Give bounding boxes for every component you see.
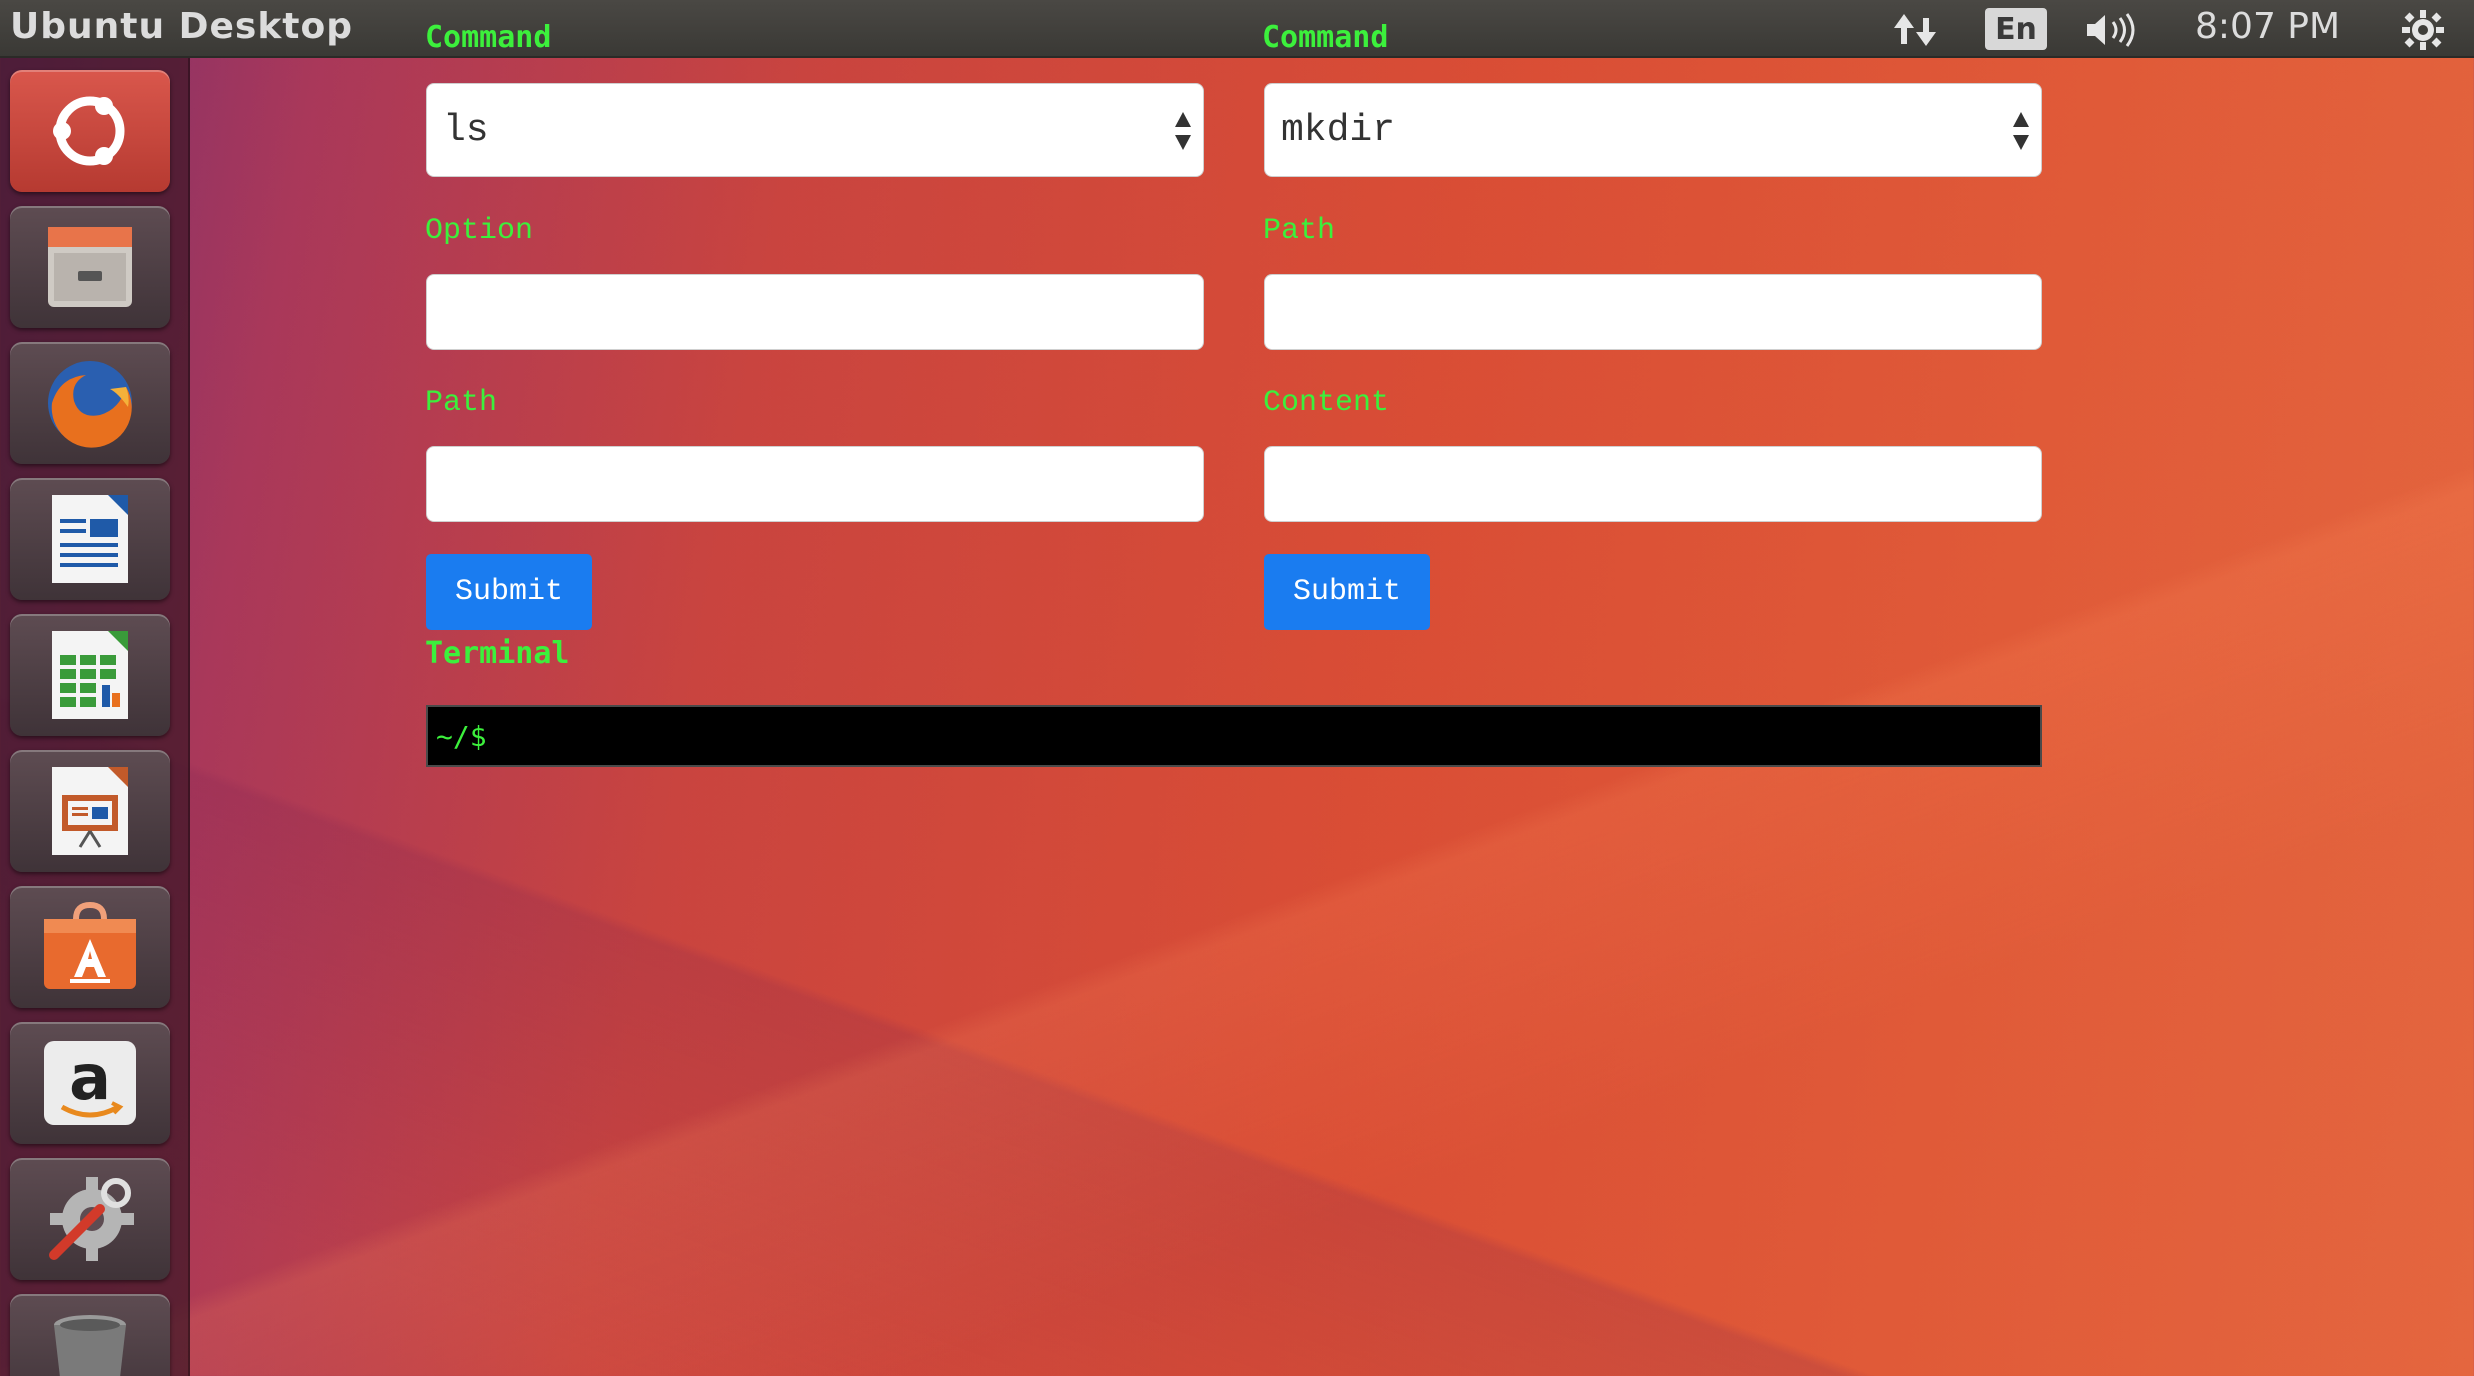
network-icon[interactable]	[1890, 10, 1944, 50]
select-arrows-icon	[1175, 112, 1191, 150]
right-command-select-value: mkdir	[1281, 108, 1396, 152]
settings-gear-icon[interactable]	[2398, 8, 2448, 52]
volume-icon[interactable]	[2085, 12, 2147, 48]
firefox-button[interactable]	[10, 342, 170, 464]
keyboard-language-indicator[interactable]: En	[1985, 8, 2047, 50]
terminal-prompt: ~/$	[436, 719, 487, 753]
writer-button[interactable]	[10, 478, 170, 600]
amazon-button[interactable]: a	[10, 1022, 170, 1144]
left-command-label: Command	[425, 20, 552, 55]
files-button[interactable]	[10, 206, 170, 328]
terminal-output[interactable]: ~/$	[426, 705, 2042, 767]
left-submit-button[interactable]: Submit	[426, 554, 592, 630]
clock[interactable]: 8:07 PM	[2195, 6, 2340, 47]
left-option-label: Option	[425, 214, 534, 248]
impress-icon	[52, 767, 128, 855]
trash-icon	[54, 1315, 126, 1376]
right-submit-button[interactable]: Submit	[1264, 554, 1430, 630]
files-icon	[48, 227, 132, 307]
select-arrows-icon	[2013, 112, 2029, 150]
right-path-label: Path	[1263, 214, 1336, 248]
right-path-input[interactable]	[1264, 274, 2042, 350]
system-settings-icon	[49, 1177, 134, 1261]
right-command-select[interactable]: mkdir	[1264, 83, 2042, 177]
right-content-label: Content	[1263, 386, 1390, 420]
calc-button[interactable]	[10, 614, 170, 736]
firefox-icon	[48, 361, 132, 448]
trash-button[interactable]	[10, 1294, 170, 1376]
left-option-input[interactable]	[426, 274, 1204, 350]
ubuntu-dash-icon	[53, 96, 125, 166]
system-settings-button[interactable]	[10, 1158, 170, 1280]
right-command-label: Command	[1262, 20, 1389, 55]
desktop-title: Ubuntu Desktop	[10, 6, 354, 47]
launcher: a	[0, 58, 190, 1376]
impress-button[interactable]	[10, 750, 170, 872]
top-panel: Ubuntu Desktop En 8:07 PM	[0, 0, 2474, 58]
left-path-input[interactable]	[426, 446, 1204, 522]
left-path-label: Path	[425, 386, 498, 420]
ubuntu-dash-button[interactable]	[10, 70, 170, 192]
left-command-select[interactable]: ls	[426, 83, 1204, 177]
software-center-button[interactable]	[10, 886, 170, 1008]
svg-text:a: a	[69, 1041, 111, 1114]
right-content-input[interactable]	[1264, 446, 2042, 522]
amazon-icon: a	[44, 1041, 136, 1125]
left-command-select-value: ls	[443, 108, 489, 152]
software-center-icon	[44, 901, 136, 989]
writer-icon	[52, 495, 128, 583]
terminal-label: Terminal	[425, 636, 570, 671]
calc-icon	[52, 631, 128, 719]
